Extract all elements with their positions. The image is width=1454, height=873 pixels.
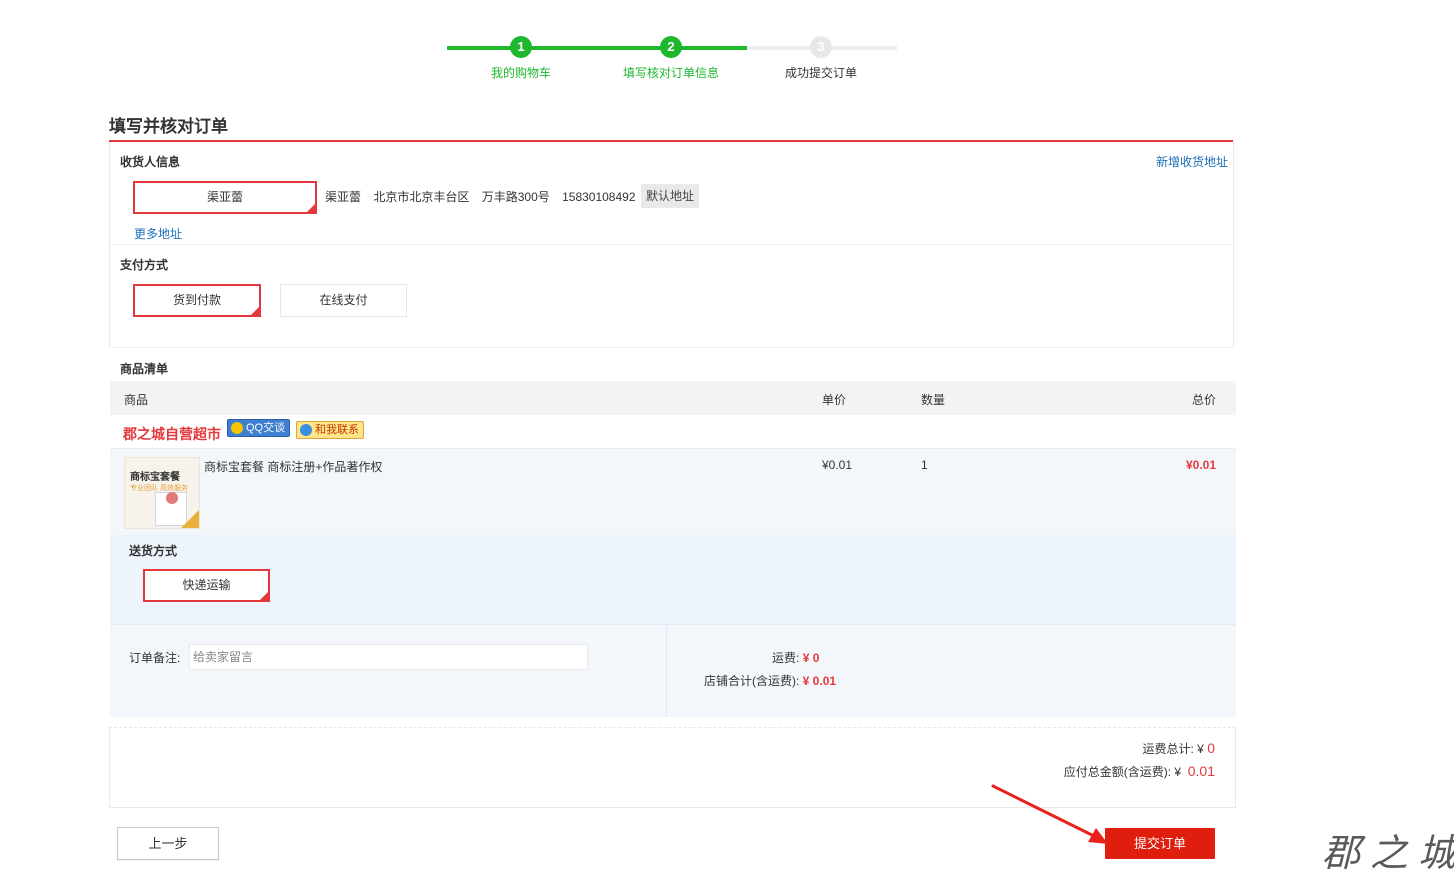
shipping-total-line: 运费总计: ¥ 0 [1142, 740, 1215, 757]
consignee-section-label: 收货人信息 [120, 155, 181, 169]
shipping-total-label: 运费总计: [1142, 742, 1194, 756]
product-name-link[interactable]: 商标宝套餐 商标注册+作品著作权 [204, 458, 382, 475]
payable-total-value: 0.01 [1187, 763, 1215, 779]
payable-total-label: 应付总金额(含运费): [1063, 765, 1172, 779]
previous-step-button[interactable]: 上一步 [117, 827, 219, 860]
order-note-input[interactable] [189, 644, 588, 670]
step-number: 3 [810, 36, 832, 58]
qq-penguin-icon [231, 422, 243, 434]
consignee-region: 北京市北京丰台区 [373, 190, 470, 204]
shop-total-value: ¥ 0.01 [802, 674, 837, 688]
qq-chat-button[interactable]: QQ交谈 [227, 419, 291, 437]
seal-icon [166, 492, 178, 504]
column-header-product: 商品 [124, 393, 149, 407]
order-note-label: 订单备注: [129, 651, 181, 665]
chat-bubble-icon [300, 424, 312, 436]
step-label: 我的购物车 [490, 66, 551, 80]
thumbnail-title: 商标宝套餐 [130, 472, 180, 483]
column-header-price: 单价 [822, 393, 847, 407]
consignee-name: 渠亚蕾 [325, 190, 362, 204]
default-address-badge: 默认地址 [641, 184, 700, 208]
shop-summary-row: 订单备注: 运费: ¥ 0 店铺合计(含运费): ¥ 0.01 [110, 624, 1236, 717]
consignee-street: 万丰路300号 [481, 190, 550, 204]
corner-ribbon-icon [181, 510, 199, 528]
payment-option-online[interactable]: 在线支付 [280, 284, 407, 317]
progress-step-cart: 1 我的购物车 [461, 36, 581, 81]
currency-symbol: ¥ [1174, 765, 1182, 779]
step-label: 填写核对订单信息 [622, 66, 719, 80]
shop-shipping-label: 运费: [772, 651, 800, 665]
step-number: 1 [510, 36, 532, 58]
shipping-total-value: 0 [1207, 740, 1215, 756]
submit-order-button[interactable]: 提交订单 [1105, 828, 1215, 859]
delivery-method-row: 送货方式 快递运输 [110, 535, 1236, 624]
table-row: 商标宝套餐 专业团队 高效服务 商标宝套餐 商标注册+作品著作权 ¥0.01 1… [110, 449, 1236, 535]
contact-seller-button[interactable]: 和我联系 [296, 421, 364, 439]
product-total-price: ¥0.01 [1185, 458, 1216, 472]
shop-name: 郡之城自营超市 [123, 426, 221, 442]
currency-symbol: ¥ [1197, 742, 1204, 756]
section-divider [110, 244, 1233, 245]
payment-option-label: 在线支付 [319, 293, 368, 307]
contact-seller-label: 和我联系 [315, 424, 359, 436]
progress-step-fill-order: 2 填写核对订单信息 [611, 36, 731, 81]
order-note-area: 订单备注: [110, 625, 667, 717]
page-title: 填写并核对订单 [109, 117, 228, 136]
product-thumbnail[interactable]: 商标宝套餐 专业团队 高效服务 [124, 457, 200, 529]
address-option-label: 渠亚蕾 [206, 190, 243, 204]
column-header-total: 总价 [1191, 393, 1216, 407]
checkout-progress: 1 我的购物车 2 填写核对订单信息 3 成功提交订单 [447, 36, 897, 86]
payment-section-label: 支付方式 [120, 258, 169, 272]
product-unit-price: ¥0.01 [822, 458, 853, 472]
order-info-panel [109, 142, 1234, 348]
consignee-phone: 15830108492 [562, 190, 636, 204]
progress-step-submitted: 3 成功提交订单 [761, 36, 881, 81]
delivery-section-label: 送货方式 [129, 544, 178, 558]
goods-section-label: 商品清单 [120, 362, 169, 376]
shop-shipping-value: ¥ 0 [802, 651, 820, 665]
address-detail: 渠亚蕾 北京市北京丰台区 万丰路300号 15830108492 [325, 188, 645, 205]
goods-table-header: 商品 单价 数量 总价 [110, 381, 1236, 415]
product-quantity: 1 [921, 458, 928, 472]
step-label: 成功提交订单 [784, 66, 857, 80]
more-addresses-link[interactable]: 更多地址 [134, 225, 182, 242]
qq-chat-label: QQ交谈 [246, 422, 286, 434]
add-address-link[interactable]: 新增收货地址 [1156, 153, 1228, 170]
delivery-option-label: 快递运输 [182, 578, 231, 592]
shop-row: 郡之城自营超市 QQ交谈 和我联系 [110, 415, 1236, 449]
shop-items-area: 商标宝套餐 专业团队 高效服务 商标宝套餐 商标注册+作品著作权 ¥0.01 1… [110, 449, 1236, 624]
column-header-qty: 数量 [921, 393, 946, 407]
shop-total-line: 店铺合计(含运费): ¥ 0.01 [704, 672, 836, 689]
shop-total-label: 店铺合计(含运费): [704, 674, 800, 688]
payment-option-cod[interactable]: 货到付款 [133, 284, 261, 317]
payable-total-line: 应付总金额(含运费): ¥ 0.01 [1064, 763, 1215, 780]
payment-option-label: 货到付款 [172, 293, 221, 307]
shop-shipping-line: 运费: ¥ 0 [772, 649, 819, 666]
section-divider [110, 347, 1233, 348]
annotation-arrow-icon [991, 784, 1108, 844]
watermark: 郡之城 [1322, 831, 1454, 873]
delivery-option-express[interactable]: 快递运输 [143, 569, 270, 602]
address-option-selected[interactable]: 渠亚蕾 [133, 181, 317, 214]
step-number: 2 [660, 36, 682, 58]
